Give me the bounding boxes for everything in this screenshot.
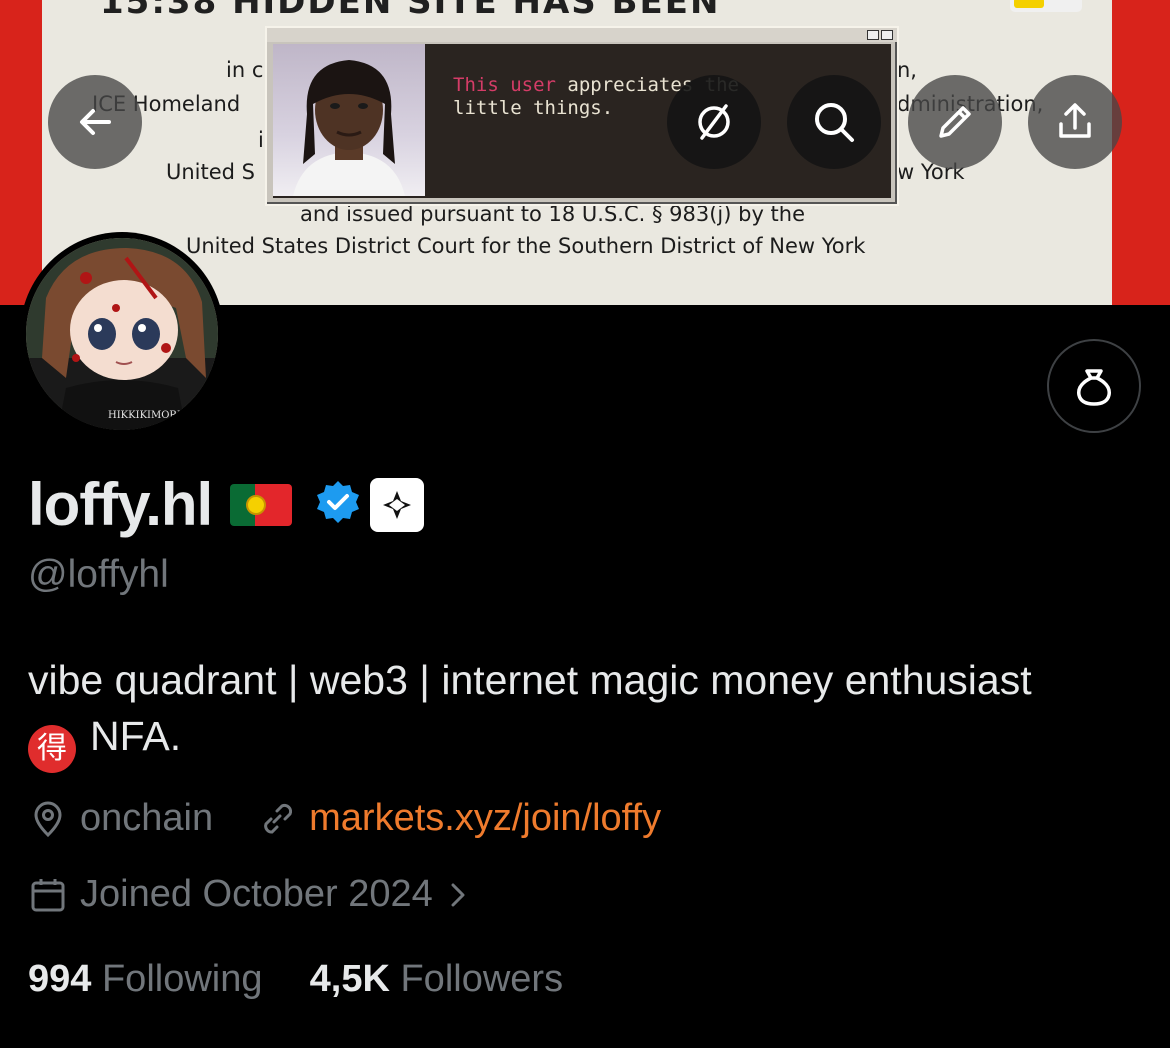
verified-badge-icon[interactable] xyxy=(314,478,362,531)
joined-date: Joined October 2024 xyxy=(80,873,433,915)
joined-row[interactable]: Joined October 2024 xyxy=(28,873,481,916)
banner-text-line: United States District Court for the Sou… xyxy=(186,234,866,258)
banner-text-line: in c xyxy=(226,58,264,82)
following-label: Following xyxy=(101,958,263,1000)
maximize-icon xyxy=(881,30,893,40)
pencil-icon xyxy=(939,106,971,138)
followers-link[interactable]: 4,5K Followers xyxy=(310,958,563,1000)
followers-label: Followers xyxy=(400,958,564,1000)
arrow-left-icon xyxy=(80,109,111,135)
subscribe-button[interactable] xyxy=(1047,339,1141,433)
banner-top-text: 15:38 HIDDEN SITE HAS BEEN xyxy=(100,0,721,22)
battery-icon xyxy=(1010,0,1082,12)
user-handle: @loffyhl xyxy=(28,553,169,596)
banner-text-line: i xyxy=(258,128,264,152)
retro-message-line2: little things. xyxy=(453,97,614,119)
following-link[interactable]: 994 Following xyxy=(28,958,263,1000)
retro-message-highlight: This user xyxy=(453,74,556,96)
edit-profile-button[interactable] xyxy=(908,75,1002,169)
search-button[interactable] xyxy=(787,75,881,169)
back-button[interactable] xyxy=(48,75,142,169)
website-link[interactable]: markets.xyz/join/loffy xyxy=(309,797,661,840)
circle-slash-icon xyxy=(698,104,730,140)
followers-count: 4,5K xyxy=(309,958,390,1000)
banner-text-line: United S xyxy=(166,160,256,184)
share-button[interactable] xyxy=(1028,75,1122,169)
affiliate-badge-icon[interactable] xyxy=(370,477,425,532)
avatar-caption: HIKKIKIMORI xyxy=(108,410,181,421)
bio-line: NFA. xyxy=(90,713,182,759)
banner-text-line: n, xyxy=(897,58,917,82)
avatar-image: HIKKIKIMORI xyxy=(26,238,218,430)
location-pin-icon xyxy=(28,799,68,839)
money-bag-icon xyxy=(1077,369,1111,406)
minimize-icon xyxy=(867,30,879,40)
location-text: onchain xyxy=(80,797,214,839)
following-count: 994 xyxy=(28,958,92,1000)
display-name: loffy.hl xyxy=(28,471,213,538)
profile-bio: vibe quadrant | web3 | internet magic mo… xyxy=(28,652,1148,773)
retro-photo xyxy=(273,44,425,196)
profile-meta-row: onchain markets.xyz/join/loffy xyxy=(28,797,661,840)
calendar-icon xyxy=(28,875,68,915)
follow-stats: 994 Following 4,5K Followers xyxy=(28,958,563,1001)
avatar[interactable]: HIKKIKIMORI xyxy=(20,232,224,436)
profile-name-row: loffy.hl xyxy=(28,470,425,539)
retro-title-bar xyxy=(267,28,897,42)
bio-emoji: 得 xyxy=(28,725,76,773)
search-icon xyxy=(815,103,854,142)
bio-line: vibe quadrant | web3 | internet magic mo… xyxy=(28,657,1032,703)
grok-button[interactable] xyxy=(667,75,761,169)
link-icon xyxy=(257,799,297,839)
chevron-right-icon xyxy=(447,880,469,910)
portugal-flag-icon xyxy=(230,483,293,526)
share-icon xyxy=(1059,103,1091,138)
